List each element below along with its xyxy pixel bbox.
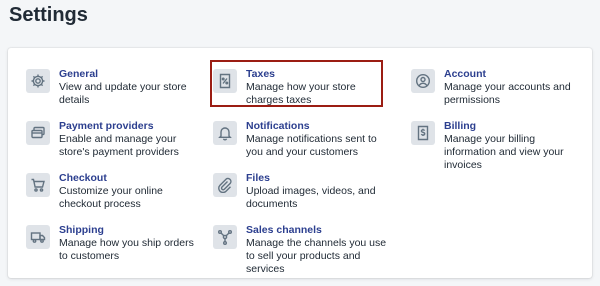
bell-icon bbox=[213, 121, 237, 145]
settings-item-title: Shipping bbox=[59, 224, 104, 236]
settings-item-description: Manage your billing information and view… bbox=[444, 133, 564, 171]
gear-icon bbox=[26, 69, 50, 93]
user-circle-icon bbox=[411, 69, 435, 93]
settings-item-title: Payment providers bbox=[59, 120, 154, 132]
settings-item-title: Billing bbox=[444, 120, 477, 132]
settings-item-notifications[interactable]: Notifications Manage notifications sent … bbox=[213, 120, 391, 165]
settings-item-description: Upload images, videos, and documents bbox=[246, 185, 376, 210]
settings-item-description: Enable and manage your store's payment p… bbox=[59, 133, 179, 158]
settings-item-taxes[interactable]: Taxes Manage how your store charges taxe… bbox=[213, 68, 391, 113]
settings-item-description: Manage how you ship orders to customers bbox=[59, 237, 194, 262]
settings-item-description: Customize your online checkout process bbox=[59, 185, 163, 210]
dollar-invoice-icon bbox=[411, 121, 435, 145]
settings-item-title: Sales channels bbox=[246, 224, 322, 236]
settings-item-payment-providers[interactable]: Payment providers Enable and manage your… bbox=[26, 120, 204, 165]
cart-icon bbox=[26, 173, 50, 197]
paperclip-icon bbox=[213, 173, 237, 197]
settings-item-title: Checkout bbox=[59, 172, 107, 184]
settings-item-description: Manage notifications sent to you and you… bbox=[246, 133, 377, 158]
truck-icon bbox=[26, 225, 50, 249]
credit-card-icon bbox=[26, 121, 50, 145]
settings-item-description: Manage how your store charges taxes bbox=[246, 81, 356, 106]
settings-item-sales-channels[interactable]: Sales channels Manage the channels you u… bbox=[213, 224, 391, 275]
settings-item-title: Notifications bbox=[246, 120, 310, 132]
channels-icon bbox=[213, 225, 237, 249]
settings-item-account[interactable]: Account Manage your accounts and permiss… bbox=[411, 68, 589, 113]
settings-item-description: View and update your store details bbox=[59, 81, 187, 106]
settings-item-title: Taxes bbox=[246, 68, 275, 80]
settings-item-shipping[interactable]: Shipping Manage how you ship orders to c… bbox=[26, 224, 204, 269]
tax-receipt-icon bbox=[213, 69, 237, 93]
settings-item-title: Account bbox=[444, 68, 486, 80]
settings-item-description: Manage your accounts and permissions bbox=[444, 81, 571, 106]
settings-item-files[interactable]: Files Upload images, videos, and documen… bbox=[213, 172, 391, 217]
page-title: Settings bbox=[9, 4, 88, 26]
settings-item-title: General bbox=[59, 68, 99, 80]
settings-item-checkout[interactable]: Checkout Customize your online checkout … bbox=[26, 172, 204, 217]
settings-item-billing[interactable]: Billing Manage your billing information … bbox=[411, 120, 589, 171]
settings-item-title: Files bbox=[246, 172, 270, 184]
settings-item-description: Manage the channels you use to sell your… bbox=[246, 237, 387, 275]
settings-item-general[interactable]: General View and update your store detai… bbox=[26, 68, 204, 113]
